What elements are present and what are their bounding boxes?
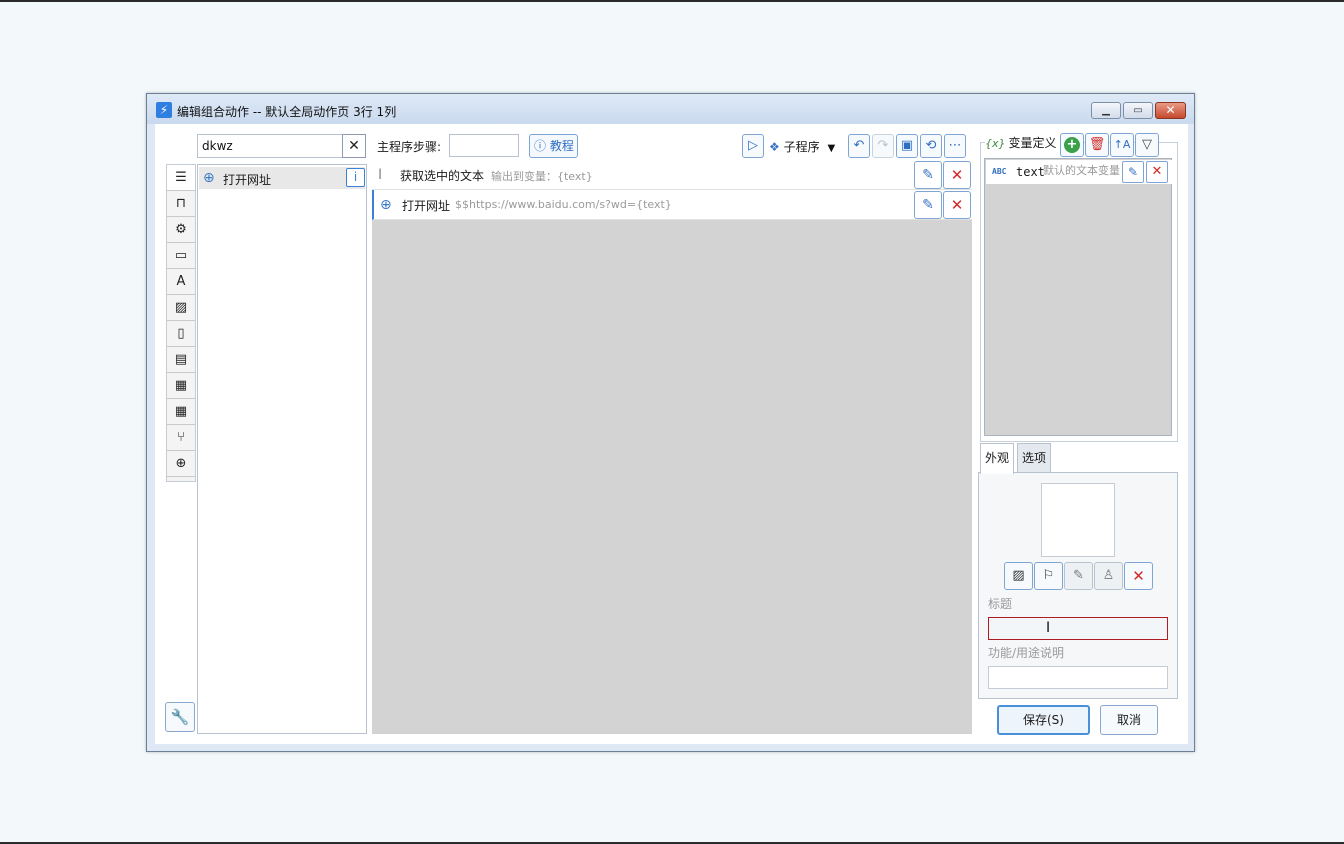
delete-step-button[interactable]: ✕ bbox=[943, 161, 971, 189]
tab-appearance[interactable]: 外观 bbox=[980, 443, 1015, 474]
sort-az-icon[interactable]: ↑A bbox=[1110, 133, 1134, 157]
close-button[interactable]: ✕ bbox=[1155, 102, 1186, 119]
clear-icon[interactable]: ✕ bbox=[1124, 562, 1153, 590]
category-globe-icon[interactable]: ⊕ bbox=[167, 451, 195, 477]
title-input[interactable]: I bbox=[988, 617, 1168, 640]
run-icon[interactable]: ▷ bbox=[742, 134, 764, 158]
icon-preview bbox=[1041, 483, 1115, 557]
image-icon[interactable]: ▨ bbox=[1004, 562, 1033, 590]
list-item[interactable]: ⊕ 打开网址 i bbox=[199, 167, 365, 189]
variables-header: {x} 变量定义 bbox=[985, 134, 1060, 151]
edit-step-button[interactable]: ✎ bbox=[914, 161, 942, 189]
clear-search-button[interactable]: ✕ bbox=[342, 134, 366, 158]
dialog-client-area: ✕ ☰ ⊓ ⚙ ▭ A ▨ ▯ ▤ ▦ ▦ ⑂ ⊕ ⊕ 打开网址 i 🔧 主程序… bbox=[155, 124, 1188, 744]
step-canvas: I 获取选中的文本 输出到变量：{text} ✎ ✕ ⊕ 打开网址 $$http… bbox=[372, 160, 972, 734]
minimize-button[interactable]: ▁ bbox=[1091, 102, 1121, 119]
tab-options[interactable]: 选项 bbox=[1017, 443, 1052, 473]
lightning-icon: ⚡ bbox=[156, 102, 172, 118]
step-title: 打开网址 bbox=[402, 199, 451, 213]
edit-step-button[interactable]: ✎ bbox=[914, 191, 942, 219]
globe-icon: ⊕ bbox=[203, 170, 215, 186]
cubes-icon: ❖ bbox=[769, 140, 780, 154]
category-bookmark-icon[interactable]: ⊓ bbox=[167, 191, 195, 217]
subprogram-dropdown[interactable]: ❖ 子程序 ▼ bbox=[769, 138, 835, 155]
title-bar[interactable]: ⚡ 编辑组合动作 -- 默认全局动作页 3行 1列 ▁ ▭ ✕ bbox=[147, 94, 1194, 124]
minimize-icon: ▁ bbox=[1102, 105, 1110, 116]
screen-top-border bbox=[0, 0, 1344, 2]
description-label: 功能/用途说明 bbox=[988, 646, 1065, 660]
subprogram-label: 子程序 bbox=[783, 140, 820, 154]
step-row[interactable]: ⊕ 打开网址 $$https://www.baidu.com/s?wd={tex… bbox=[372, 190, 972, 220]
text-type-icon: ABC bbox=[992, 167, 1007, 176]
tutorial-button[interactable]: ⓘ 教程 bbox=[529, 134, 578, 158]
more-icon[interactable]: ⋯ bbox=[944, 134, 966, 158]
category-gear-icon[interactable]: ⚙ bbox=[167, 217, 195, 243]
cancel-button[interactable]: 取消 bbox=[1100, 705, 1158, 735]
main-steps-input[interactable] bbox=[449, 134, 519, 157]
variable-name: text bbox=[1016, 165, 1045, 179]
add-variable-button[interactable]: + bbox=[1060, 133, 1084, 157]
category-branch-icon[interactable]: ⑂ bbox=[167, 425, 195, 451]
category-image-icon[interactable]: ▨ bbox=[167, 295, 195, 321]
maximize-icon: ▭ bbox=[1133, 105, 1143, 116]
category-document-icon[interactable]: ▤ bbox=[167, 347, 195, 373]
maximize-button[interactable]: ▭ bbox=[1123, 102, 1153, 119]
close-icon: ✕ bbox=[1165, 103, 1176, 117]
list-item-label: 打开网址 bbox=[223, 173, 272, 187]
step-row[interactable]: I 获取选中的文本 输出到变量：{text} ✎ ✕ bbox=[372, 160, 972, 190]
main-steps-label: 主程序步骤: bbox=[377, 140, 442, 154]
variable-row[interactable]: ABC text 默认的文本变量 ✎ ✕ bbox=[986, 160, 1172, 184]
description-input[interactable] bbox=[988, 666, 1168, 689]
save-button[interactable]: 保存(S) bbox=[997, 705, 1090, 735]
plus-icon: + bbox=[1064, 137, 1080, 153]
variables-title: 变量定义 bbox=[1008, 136, 1057, 150]
appearance-panel: ▨ ⚐ ✎ ♙ ✕ 标题 I 功能/用途说明 bbox=[978, 472, 1178, 699]
variable-desc: 默认的文本变量 bbox=[1043, 164, 1120, 177]
window-title: 编辑组合动作 -- 默认全局动作页 3行 1列 bbox=[177, 105, 397, 119]
trash-icon[interactable]: 🗑 bbox=[1085, 133, 1109, 157]
title-label: 标题 bbox=[988, 597, 1013, 611]
category-text-icon[interactable]: A bbox=[167, 269, 195, 295]
save-icon[interactable]: ▣ bbox=[896, 134, 918, 158]
action-search-input[interactable] bbox=[197, 134, 342, 158]
category-windows-icon[interactable]: ▦ bbox=[167, 373, 195, 399]
redo-icon[interactable]: ↷ bbox=[872, 134, 894, 158]
variable-list: ABC text 默认的文本变量 ✎ ✕ bbox=[984, 158, 1172, 436]
chevron-down-icon: ▼ bbox=[827, 143, 836, 154]
text-caret: I bbox=[1046, 620, 1051, 636]
category-list-icon[interactable]: ☰ bbox=[167, 165, 195, 191]
flag-icon[interactable]: ⚐ bbox=[1034, 562, 1063, 590]
eyedropper-icon[interactable]: ✎ bbox=[1064, 562, 1093, 590]
wrench-icon[interactable]: 🔧 bbox=[165, 702, 195, 732]
step-title: 获取选中的文本 bbox=[400, 169, 485, 183]
window-controls: ▁ ▭ ✕ bbox=[1091, 102, 1186, 119]
info-icon[interactable]: i bbox=[346, 168, 365, 187]
undo-icon[interactable]: ↶ bbox=[848, 134, 870, 158]
edit-composite-action-dialog: ⚡ 编辑组合动作 -- 默认全局动作页 3行 1列 ▁ ▭ ✕ ✕ ☰ ⊓ ⚙ … bbox=[146, 93, 1195, 752]
variable-icon: {x} bbox=[985, 137, 1006, 150]
edit-variable-button[interactable]: ✎ bbox=[1122, 161, 1144, 183]
delete-variable-button[interactable]: ✕ bbox=[1146, 161, 1168, 183]
text-cursor-icon: I bbox=[378, 167, 383, 183]
globe-icon: ⊕ bbox=[380, 197, 392, 213]
category-calculator-icon[interactable]: ▦ bbox=[167, 399, 195, 425]
shirt-icon[interactable]: ♙ bbox=[1094, 562, 1123, 590]
step-desc: 输出到变量：{text} bbox=[491, 170, 593, 183]
history-icon[interactable]: ⟲ bbox=[920, 134, 942, 158]
category-clipboard-icon[interactable]: ▯ bbox=[167, 321, 195, 347]
delete-step-button[interactable]: ✕ bbox=[943, 191, 971, 219]
action-list: ⊕ 打开网址 i bbox=[197, 164, 367, 734]
filter-icon[interactable]: ▽ bbox=[1135, 133, 1159, 157]
category-window-icon[interactable]: ▭ bbox=[167, 243, 195, 269]
step-desc: $$https://www.baidu.com/s?wd={text} bbox=[455, 198, 672, 211]
category-strip: ☰ ⊓ ⚙ ▭ A ▨ ▯ ▤ ▦ ▦ ⑂ ⊕ bbox=[166, 164, 196, 482]
